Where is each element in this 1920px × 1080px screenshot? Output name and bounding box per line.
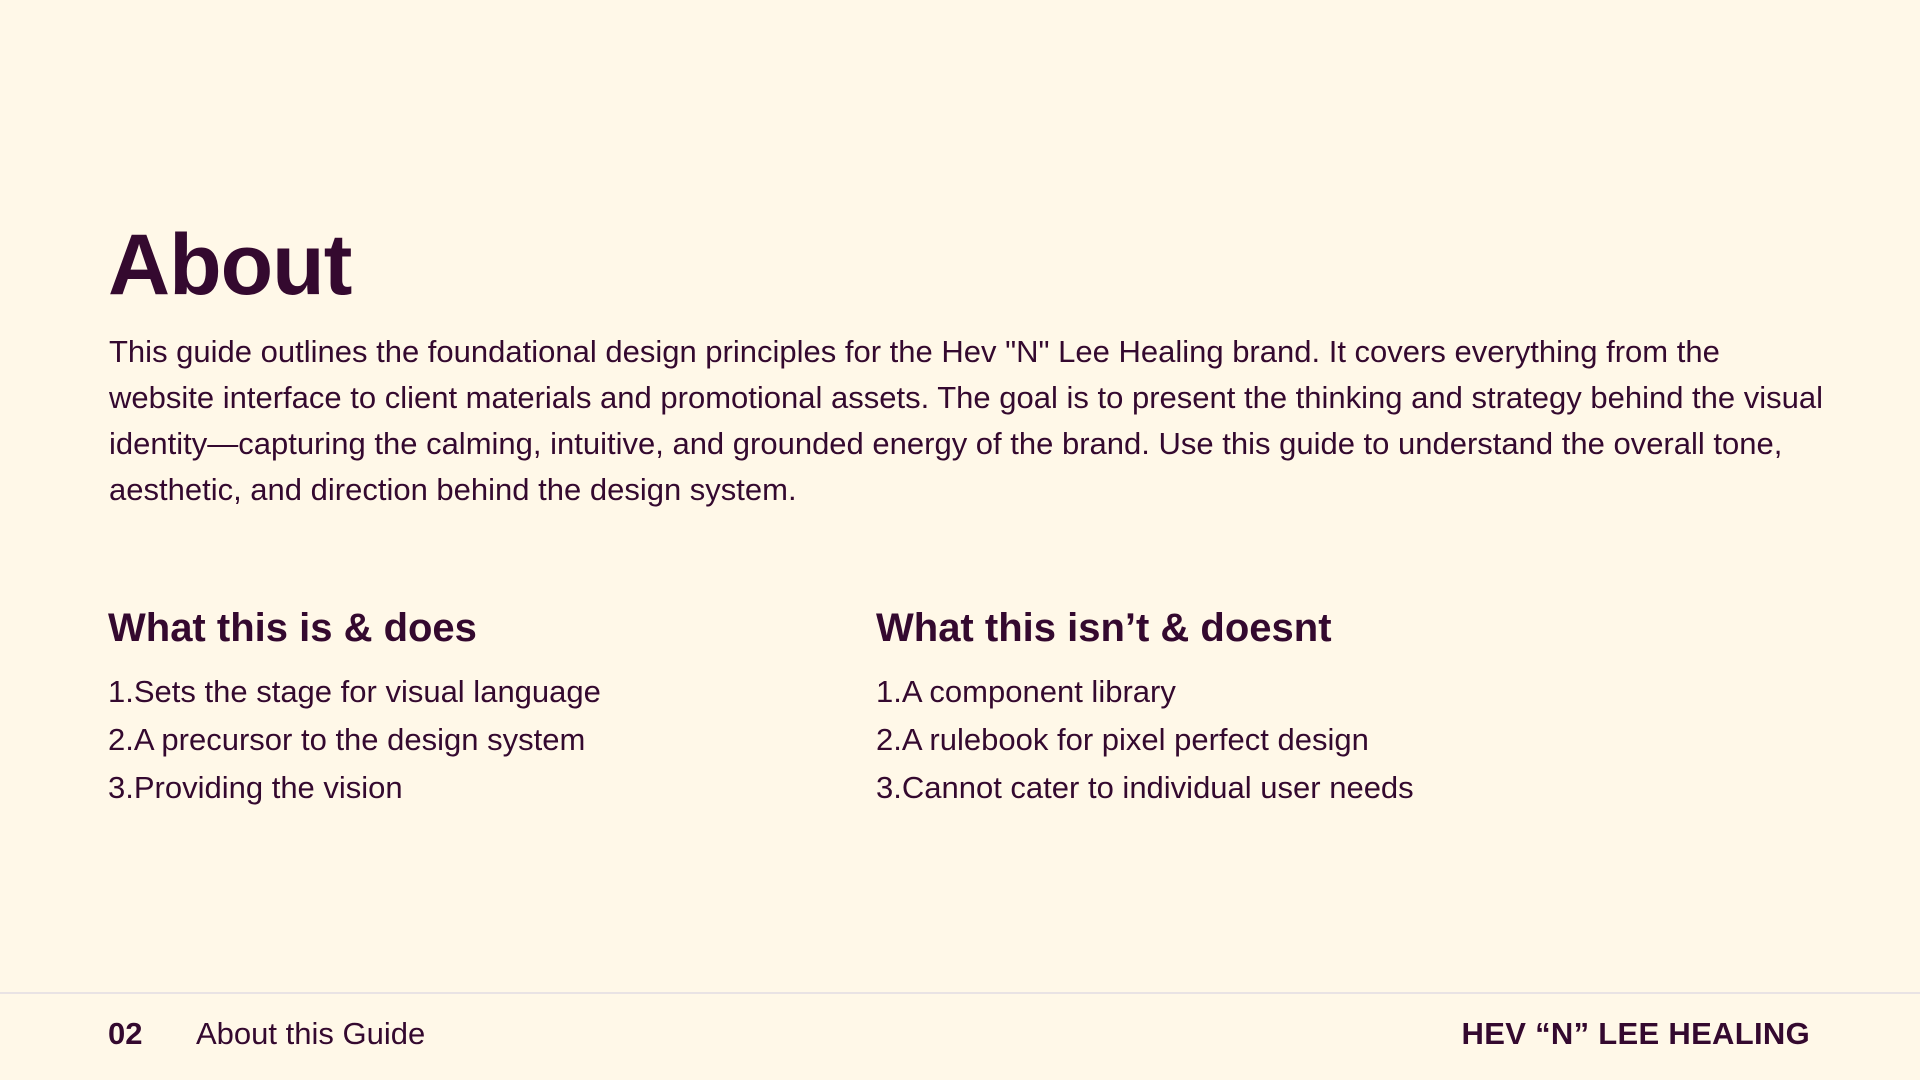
isnt-doesnt-heading: What this isn’t & doesnt	[876, 606, 1332, 650]
page-title: About	[108, 217, 352, 313]
intro-paragraph: This guide outlines the foundational des…	[109, 334, 1824, 507]
is-does-list: 1.Sets the stage for visual language 2.A…	[108, 668, 828, 812]
footer-divider	[0, 992, 1920, 994]
list-item: 2.A precursor to the design system	[108, 722, 586, 757]
page-number: 02	[108, 1016, 143, 1051]
isnt-doesnt-section: What this isn’t & doesnt 1.A component l…	[876, 600, 1776, 812]
is-does-section: What this is & does 1.Sets the stage for…	[108, 600, 828, 812]
list-item: 3.Providing the vision	[108, 770, 403, 805]
page: About This guide outlines the foundation…	[0, 0, 1920, 1080]
list-item: 1.A component library	[876, 674, 1176, 709]
list-item: 1.Sets the stage for visual language	[108, 674, 601, 709]
brand-name: HEV “N” LEE HEALING	[1461, 1016, 1810, 1051]
list-item: 3.Cannot cater to individual user needs	[876, 770, 1414, 805]
isnt-doesnt-list: 1.A component library 2.A rulebook for p…	[876, 668, 1776, 812]
footer: 02 About this Guide HEV “N” LEE HEALING	[0, 1014, 1920, 1054]
section-name: About this Guide	[196, 1016, 426, 1051]
list-item: 2.A rulebook for pixel perfect design	[876, 722, 1369, 757]
is-does-heading: What this is & does	[108, 606, 477, 650]
